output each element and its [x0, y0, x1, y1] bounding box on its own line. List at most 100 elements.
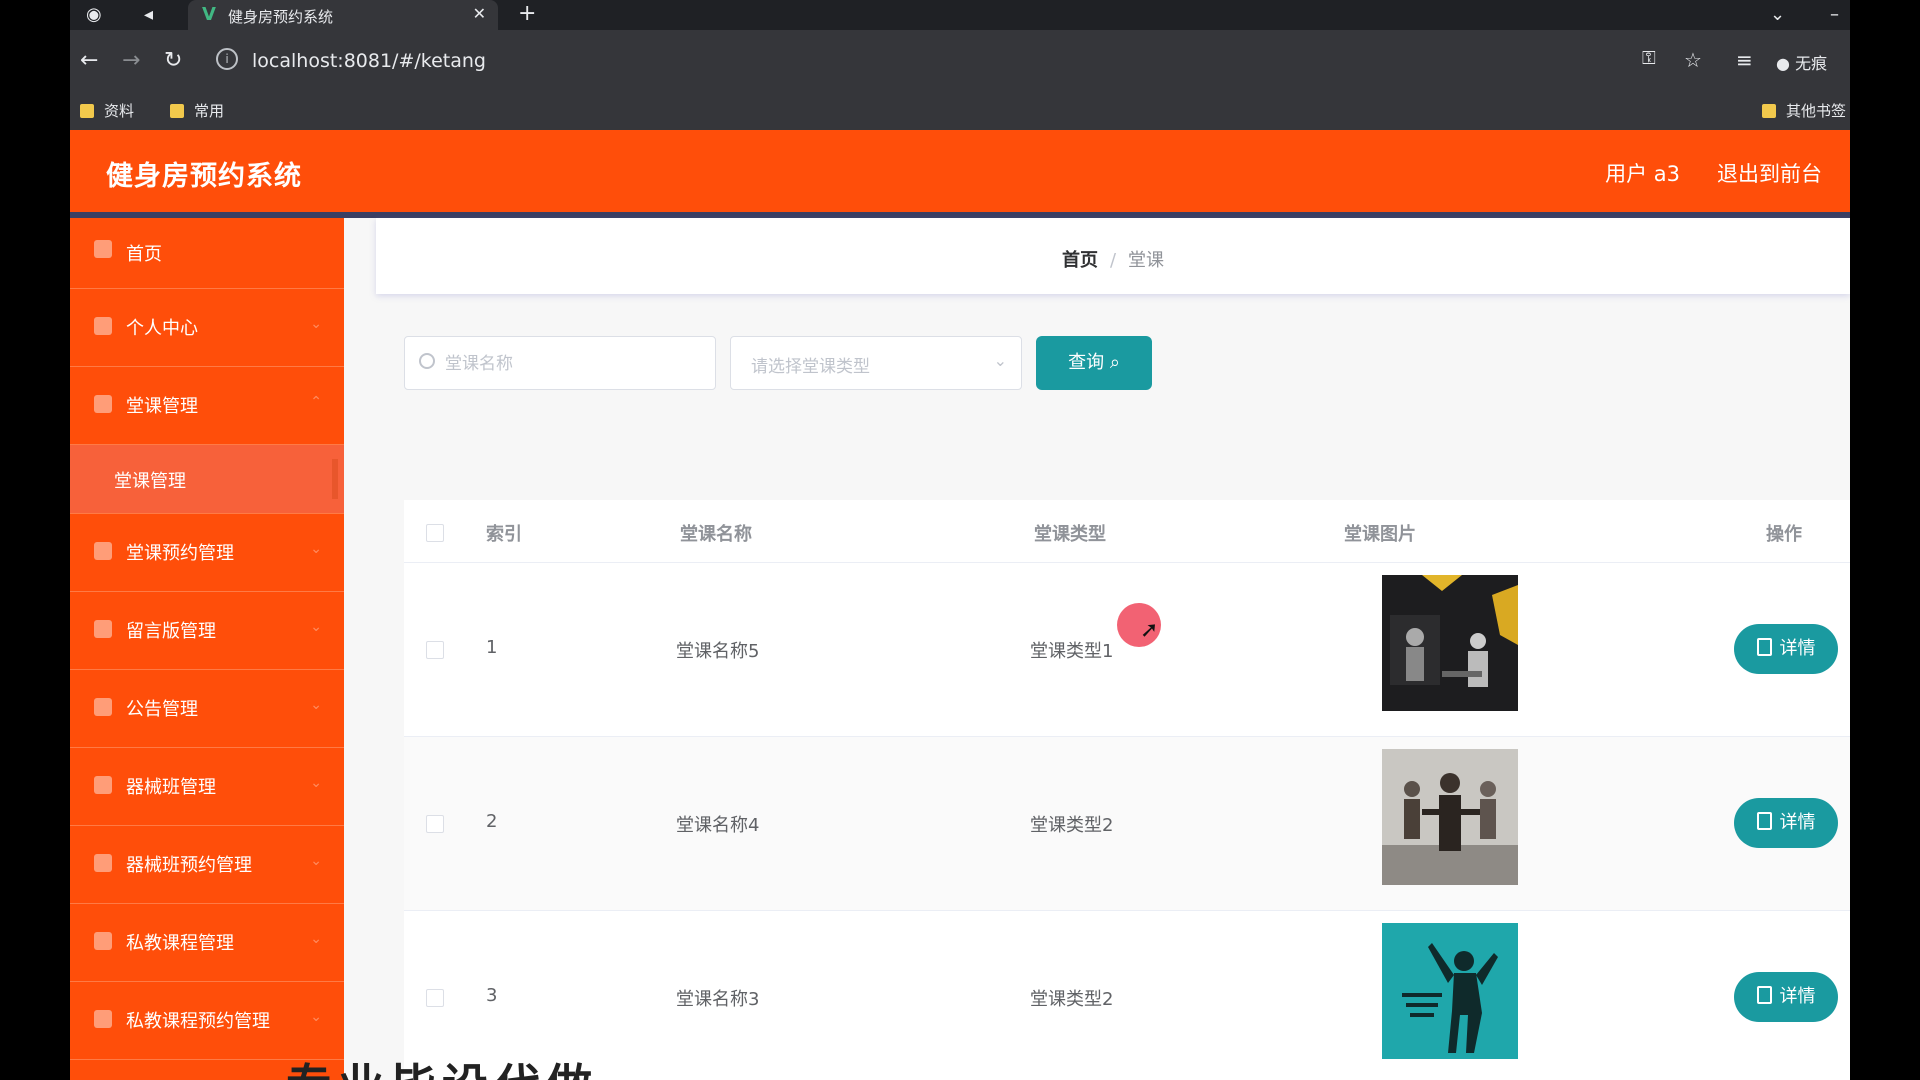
class-name-input[interactable]	[443, 349, 707, 379]
sidebar-item-label: 堂课管理	[114, 471, 186, 492]
sidebar-item-label: 留言版管理	[126, 621, 216, 642]
overlay-caption: 专业毕设代做	[286, 1050, 598, 1080]
browser-toolbar: ← → ↻ i localhost:8081/#/ketang ⚿ ☆ ≡ ● …	[70, 30, 1850, 90]
new-tab-icon[interactable]: +	[518, 1, 536, 26]
cell-class-name: 堂课名称3	[676, 989, 760, 1010]
bookmark-folder-changyong[interactable]: 常用	[170, 100, 224, 121]
bookmark-label: 资料	[104, 102, 135, 120]
chevron-down-icon: ⌄	[310, 853, 322, 869]
sidebar-item-announcement[interactable]: 公告管理 ⌄	[70, 670, 344, 748]
info-icon[interactable]: i	[216, 48, 238, 70]
breadcrumb: 首页 / 堂课	[376, 246, 1850, 272]
header-class-type: 堂课类型	[1034, 524, 1106, 545]
chevron-down-icon: ⌄	[993, 351, 1007, 370]
sidebar-item-class-booking[interactable]: 堂课预约管理 ⌄	[70, 514, 344, 592]
header-class-name: 堂课名称	[680, 524, 752, 545]
header-actions: 操作	[1766, 524, 1802, 545]
folder-icon	[170, 104, 184, 118]
app-title: 健身房预约系统	[106, 161, 302, 192]
document-icon	[1756, 638, 1772, 656]
incognito-profile[interactable]: ● 无痕	[1776, 50, 1827, 74]
sidebar-item-label: 私教课程管理	[126, 933, 234, 954]
document-icon	[1756, 986, 1772, 1004]
incognito-icon: ●	[1776, 54, 1790, 73]
row-checkbox[interactable]	[426, 641, 444, 659]
equipment-icon	[94, 776, 112, 794]
reading-list-icon[interactable]: ≡	[1736, 48, 1753, 72]
chevron-down-icon: ⌄	[310, 316, 322, 332]
scroll-indicator	[332, 459, 338, 499]
header-index: 索引	[486, 524, 522, 545]
breadcrumb-current: 堂课	[1128, 250, 1165, 271]
close-icon[interactable]: ✕	[473, 4, 486, 23]
exit-to-frontend-link[interactable]: 退出到前台	[1717, 158, 1822, 188]
table-row: 2 堂课名称4 堂课类型2 详情	[404, 737, 1850, 911]
class-image[interactable]	[1382, 575, 1518, 711]
cell-class-name: 堂课名称4	[676, 815, 760, 836]
bookmarks-bar: 资料 常用 其他书签	[70, 90, 1850, 131]
header-class-image: 堂课图片	[1344, 524, 1416, 545]
sidebar-item-private-course[interactable]: 私教课程管理 ⌄	[70, 904, 344, 982]
cell-index: 1	[486, 637, 498, 658]
sidebar-item-label: 器械班管理	[126, 777, 216, 798]
class-image[interactable]	[1382, 749, 1518, 885]
sidebar-subitem-class-management[interactable]: 堂课管理	[70, 445, 344, 514]
mute-icon[interactable]: ◂	[144, 4, 153, 25]
browser-menu-icon[interactable]: ◉	[86, 4, 102, 25]
sidebar-item-label: 公告管理	[126, 699, 198, 720]
detail-button[interactable]: 详情	[1734, 624, 1838, 674]
bookmark-folder-ziliao[interactable]: 资料	[80, 100, 134, 121]
cell-class-name: 堂课名称5	[676, 641, 760, 662]
sidebar-item-label: 个人中心	[126, 318, 198, 339]
reload-icon[interactable]: ↻	[164, 48, 182, 73]
sidebar-item-personal-center[interactable]: 个人中心 ⌄	[70, 289, 344, 367]
send-icon	[94, 698, 112, 716]
gym-poster-teal	[1382, 923, 1518, 1059]
breadcrumb-home[interactable]: 首页	[1062, 250, 1098, 271]
chevron-down-icon: ⌄	[310, 619, 322, 635]
sidebar-item-class-management[interactable]: 堂课管理 ⌃	[70, 367, 344, 445]
minimize-icon[interactable]: –	[1830, 4, 1839, 25]
key-icon[interactable]: ⚿	[1642, 48, 1656, 69]
class-image[interactable]	[1382, 923, 1518, 1059]
sidebar-item-label: 堂课管理	[126, 396, 198, 417]
sidebar: 首页 个人中心 ⌄ 堂课管理 ⌃ 堂课管理 堂课预约管理 ⌄ 留言版管理 ⌄ 公…	[70, 218, 344, 1080]
sidebar-item-equipment-class[interactable]: 器械班管理 ⌄	[70, 748, 344, 826]
detail-button[interactable]: 详情	[1734, 972, 1838, 1022]
chevron-down-icon[interactable]: ⌄	[1770, 4, 1785, 25]
forward-arrow-icon[interactable]: →	[122, 48, 140, 73]
detail-button[interactable]: 详情	[1734, 798, 1838, 848]
clock-icon	[94, 1010, 112, 1028]
sidebar-item-equipment-booking[interactable]: 器械班预约管理 ⌄	[70, 826, 344, 904]
query-button-label: 查询	[1068, 352, 1105, 373]
table-header: 索引 堂课名称 堂课类型 堂课图片 操作	[404, 500, 1850, 563]
breadcrumb-separator: /	[1109, 250, 1117, 271]
star-icon[interactable]: ☆	[1684, 48, 1702, 72]
detail-button-label: 详情	[1779, 986, 1816, 1007]
breadcrumb-card: 首页 / 堂课	[376, 218, 1850, 294]
sidebar-item-message-board[interactable]: 留言版管理 ⌄	[70, 592, 344, 670]
cell-index: 2	[486, 811, 498, 832]
user-icon	[94, 854, 112, 872]
folder-icon	[1762, 104, 1776, 118]
query-button[interactable]: 查询 ⌕	[1036, 336, 1152, 390]
search-icon	[419, 353, 435, 369]
detail-button-label: 详情	[1779, 638, 1816, 659]
sidebar-item-private-course-booking[interactable]: 私教课程预约管理 ⌄	[70, 982, 344, 1060]
address-bar[interactable]: i localhost:8081/#/ketang	[208, 42, 1688, 80]
class-type-select[interactable]: 请选择堂课类型 ⌄	[730, 336, 1022, 390]
row-checkbox[interactable]	[426, 815, 444, 833]
profile-label: 无痕	[1795, 54, 1828, 73]
select-all-checkbox[interactable]	[426, 524, 444, 542]
bookmark-folder-other[interactable]: 其他书签	[1762, 100, 1846, 121]
user-icon	[94, 317, 112, 335]
back-arrow-icon[interactable]: ←	[80, 48, 98, 73]
chevron-down-icon: ⌄	[310, 697, 322, 713]
chevron-down-icon: ⌄	[310, 775, 322, 791]
browser-tab-active[interactable]: V 健身房预约系统 ✕	[188, 0, 498, 30]
row-checkbox[interactable]	[426, 989, 444, 1007]
class-name-search[interactable]	[404, 336, 716, 390]
sidebar-item-home[interactable]: 首页	[70, 218, 344, 289]
table-row: 3 堂课名称3 堂课类型2 详情	[404, 911, 1850, 1080]
home-icon	[94, 240, 112, 258]
